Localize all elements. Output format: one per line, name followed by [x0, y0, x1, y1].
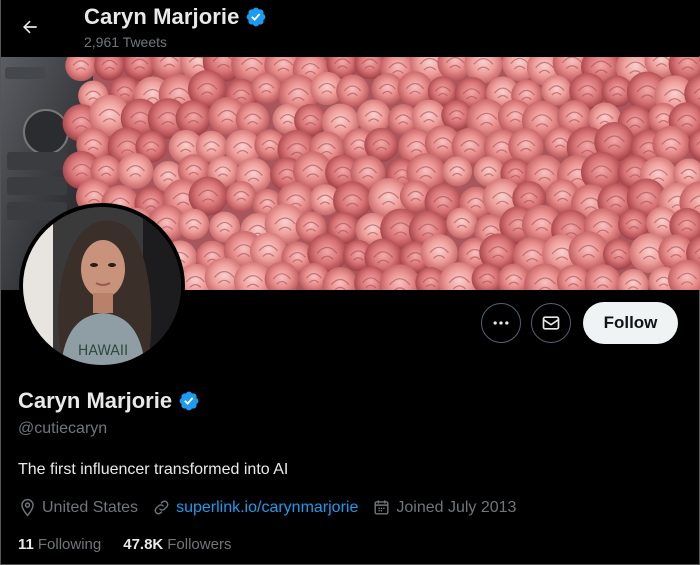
calendar-icon — [374, 500, 389, 515]
followers-count: 47.8K — [123, 536, 164, 553]
link-icon — [154, 500, 169, 515]
following-label: Following — [37, 536, 102, 553]
location-text: United States — [42, 498, 139, 516]
follow-button[interactable]: Follow — [583, 302, 678, 344]
header-title: Caryn Marjorie — [84, 4, 267, 30]
follow-stats: 11 Following 47.8K Followers — [18, 536, 253, 553]
following-count: 11 — [18, 536, 34, 553]
profile-display-name: Caryn Marjorie — [18, 388, 173, 413]
website-link[interactable]: superlink.io/carynmarjorie — [176, 499, 358, 517]
tweet-count: 2,961 Tweets — [84, 34, 168, 50]
avatar-shirt-text: HAWAII — [78, 343, 128, 359]
profile-bio: The first influencer transformed into AI — [18, 461, 289, 478]
profile-handle: @cutiecaryn — [18, 420, 108, 437]
message-button[interactable] — [531, 303, 571, 343]
profile-meta: United States superlink.io/carynmarjorie… — [18, 498, 530, 517]
verified-badge-icon — [245, 6, 267, 28]
profile-page: Caryn Marjorie 2,961 Tweets HAWAII Follo… — [0, 0, 700, 565]
avatar[interactable]: HAWAII — [19, 203, 185, 369]
header-name: Caryn Marjorie — [84, 4, 240, 29]
more-horizontal-icon — [493, 321, 509, 325]
verified-badge-icon — [178, 390, 200, 412]
location: United States — [18, 498, 138, 517]
joined-date: Joined July 2013 — [372, 498, 516, 517]
following-link[interactable]: 11 Following — [18, 536, 101, 553]
map-pin-icon — [21, 498, 34, 517]
more-button[interactable] — [481, 303, 521, 343]
back-button[interactable] — [13, 10, 47, 44]
followers-label: Followers — [167, 536, 232, 553]
website: superlink.io/carynmarjorie — [152, 498, 358, 517]
top-bar: Caryn Marjorie 2,961 Tweets — [1, 0, 700, 56]
joined-text: Joined July 2013 — [396, 498, 517, 516]
profile-name: Caryn Marjorie — [18, 388, 200, 414]
arrow-left-icon — [23, 20, 37, 34]
envelope-icon — [542, 316, 560, 330]
followers-link[interactable]: 47.8K Followers — [123, 536, 231, 553]
